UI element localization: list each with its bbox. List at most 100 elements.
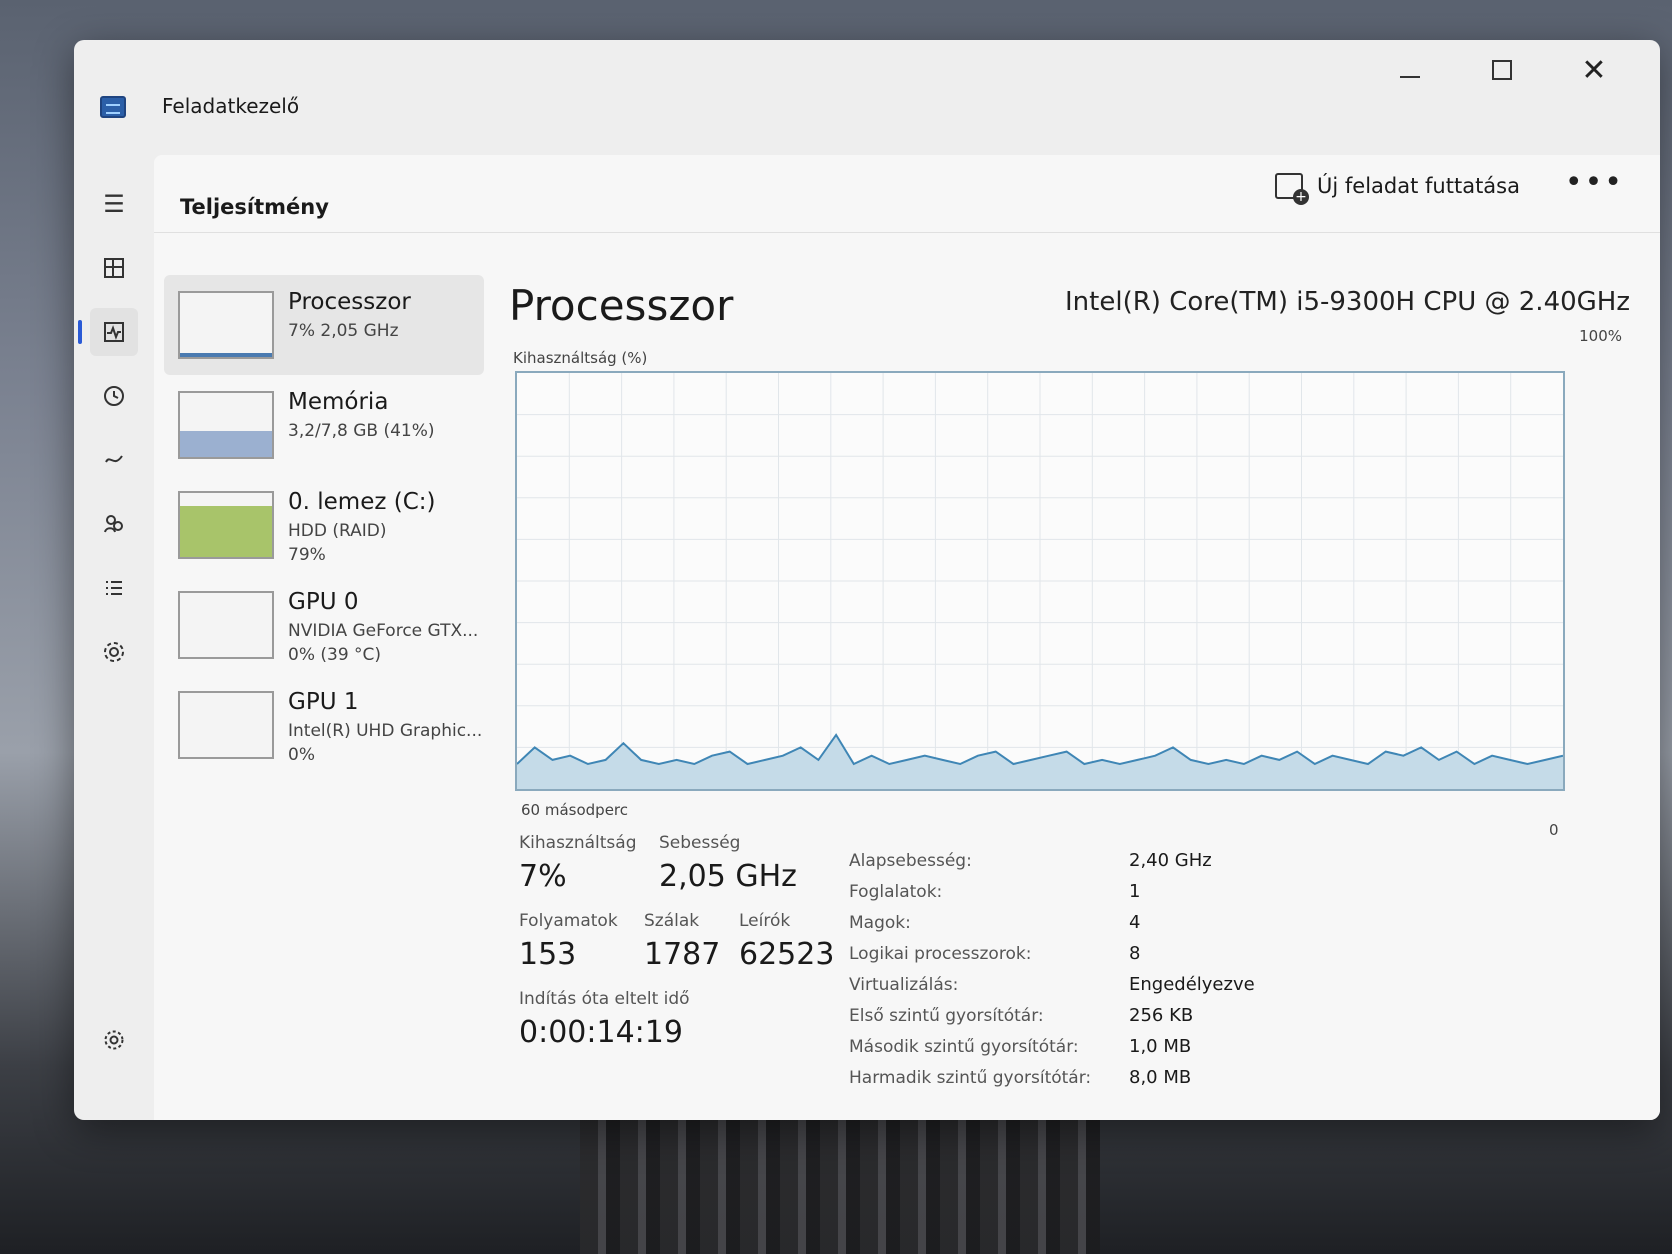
window-controls: ✕ (1364, 40, 1640, 100)
detail-key: Harmadik szintű gyorsítótár: (849, 1067, 1092, 1088)
detail-row: Második szintű gyorsítótár: 1,0 MB (849, 1031, 1309, 1062)
cpu-details: Alapsebesség: 2,40 GHz Foglalatok: 1 Magok… (849, 845, 1309, 1093)
sidebar-item-performance[interactable] (78, 308, 138, 356)
detail-key: Foglalatok: (849, 881, 943, 902)
device-thumb-gpu0 (178, 591, 274, 659)
stat-speed: Sebesség 2,05 GHz (659, 833, 797, 894)
graph-time-label: 60 másodperc (521, 801, 629, 819)
new-task-label: Új feladat futtatása (1317, 174, 1520, 198)
stat-value: 153 (519, 937, 577, 972)
cpu-usage-graph (515, 371, 1565, 791)
detail-key: Virtualizálás: (849, 974, 959, 995)
detail-value: 4 (1129, 912, 1141, 933)
more-options-button[interactable]: ••• (1565, 165, 1624, 200)
settings-button[interactable] (90, 1016, 138, 1064)
sidebar-item-details[interactable] (90, 564, 138, 612)
detail-row: Magok: 4 (849, 907, 1309, 938)
device-item-processzor[interactable]: Processzor 7% 2,05 GHz (164, 275, 484, 375)
detail-value: 8,0 MB (1129, 1067, 1192, 1088)
device-name: 0. lemez (C:) (288, 489, 436, 515)
new-task-icon (1275, 173, 1310, 205)
startup-apps-icon (105, 455, 123, 463)
detail-value: 256 KB (1129, 1005, 1194, 1026)
hamburger-menu-button[interactable]: ☰ (90, 180, 138, 228)
device-subtitle: HDD (RAID) (288, 521, 387, 541)
device-list: Processzor 7% 2,05 GHz Memória 3,2/7,8 G… (164, 275, 484, 775)
stat-value: 0:00:14:19 (519, 1015, 683, 1050)
thumb-fill-lemez (180, 506, 272, 557)
detail-key: Logikai processzorok: (849, 943, 1032, 964)
device-item-gpu1[interactable]: GPU 1 Intel(R) UHD Graphic... 0% (164, 675, 484, 775)
detail-value: Engedélyezve (1129, 974, 1255, 995)
detail-key: Első szintű gyorsítótár: (849, 1005, 1044, 1026)
cpu-usage-svg (517, 373, 1563, 789)
device-subtitle: Intel(R) UHD Graphic... (288, 721, 483, 741)
device-subtitle-2: 0% (288, 745, 315, 765)
device-thumb-gpu1 (178, 691, 274, 759)
detail-row: Első szintű gyorsítótár: 256 KB (849, 1000, 1309, 1031)
sidebar-item-processes[interactable] (90, 244, 138, 292)
detail-row: Logikai processzorok: 8 (849, 938, 1309, 969)
content-area: Teljesítmény Új feladat futtatása ••• Pr… (154, 155, 1660, 1120)
task-manager-window: Feladatkezelő ✕ ☰ Teljesítmény + Új fela… (74, 40, 1660, 1120)
stat-label: Folyamatok (519, 911, 618, 931)
stat-label: Kihasználtság (519, 833, 637, 853)
app-history-icon (104, 386, 124, 406)
details-icon (106, 581, 122, 595)
detail-key: Magok: (849, 912, 911, 933)
detail-value: 8 (1129, 943, 1141, 964)
device-name: GPU 0 (288, 589, 359, 615)
stat-label: Indítás óta eltelt idő (519, 989, 690, 1009)
stat-handles: Leírók 62523 (739, 911, 834, 972)
title-bar: Feladatkezelő ✕ (74, 40, 1660, 140)
detail-row: Virtualizálás: Engedélyezve (849, 969, 1309, 1000)
detail-value: 1,0 MB (1129, 1036, 1192, 1057)
graph-y-label: Kihasználtság (%) (513, 349, 648, 367)
maximize-icon (1492, 60, 1512, 80)
device-item-lemez[interactable]: 0. lemez (C:) HDD (RAID) 79% (164, 475, 484, 575)
sidebar-item-services[interactable] (90, 628, 138, 676)
stat-label: Leírók (739, 911, 791, 931)
close-button[interactable]: ✕ (1548, 40, 1640, 100)
stat-utilization: Kihasználtság 7% (519, 833, 637, 894)
device-thumb-processzor (178, 291, 274, 359)
device-subtitle-2: 79% (288, 545, 326, 565)
cpu-model: Intel(R) Core(TM) i5-9300H CPU @ 2.40GHz (1065, 287, 1630, 317)
thumb-fill-processzor (180, 353, 272, 357)
minimize-icon (1400, 76, 1420, 78)
device-name: Memória (288, 389, 389, 415)
device-item-memoria[interactable]: Memória 3,2/7,8 GB (41%) (164, 375, 484, 475)
device-subtitle: NVIDIA GeForce GTX... (288, 621, 479, 641)
device-subtitle: 3,2/7,8 GB (41%) (288, 421, 435, 441)
processes-icon (104, 258, 124, 278)
stat-label: Sebesség (659, 833, 741, 853)
stat-uptime: Indítás óta eltelt idő 0:00:14:19 (519, 989, 690, 1050)
stat-value: 1787 (644, 937, 721, 972)
maximize-button[interactable] (1456, 40, 1548, 100)
gear-icon (104, 1030, 124, 1050)
device-subtitle: 7% 2,05 GHz (288, 321, 399, 341)
graph-max-label: 100% (1579, 327, 1622, 345)
window-title: Feladatkezelő (162, 94, 300, 118)
minimize-button[interactable] (1364, 40, 1456, 100)
sidebar-item-app-history[interactable] (90, 372, 138, 420)
cpu-title: Processzor (509, 281, 734, 330)
stat-value: 62523 (739, 937, 835, 972)
detail-key: Alapsebesség: (849, 850, 972, 871)
users-icon (104, 515, 123, 533)
detail-row: Alapsebesség: 2,40 GHz (849, 845, 1309, 876)
sidebar: ☰ (74, 180, 154, 1100)
device-subtitle-2: 0% (39 °C) (288, 645, 382, 665)
task-manager-app-icon (100, 96, 126, 118)
sidebar-item-users[interactable] (90, 500, 138, 548)
detail-key: Második szintű gyorsítótár: (849, 1036, 1079, 1057)
performance-icon (104, 322, 124, 342)
services-icon (104, 642, 124, 662)
device-item-gpu0[interactable]: GPU 0 NVIDIA GeForce GTX... 0% (39 °C) (164, 575, 484, 675)
device-name: Processzor (288, 289, 411, 315)
thumb-fill-memoria (180, 430, 272, 457)
new-task-button[interactable]: Új feladat futtatása (1275, 173, 1520, 205)
detail-value: 2,40 GHz (1129, 850, 1212, 871)
sidebar-item-startup-apps[interactable] (90, 436, 138, 484)
stat-label: Szálak (644, 911, 700, 931)
